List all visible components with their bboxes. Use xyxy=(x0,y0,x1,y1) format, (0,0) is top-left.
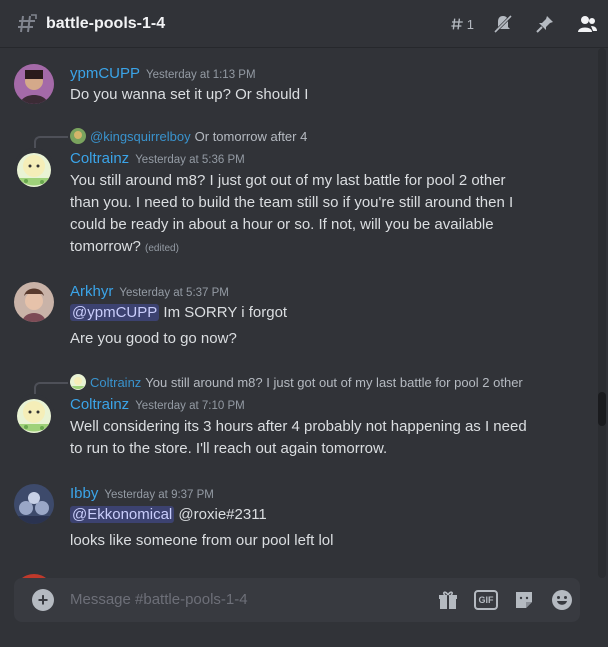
avatar[interactable] xyxy=(14,484,54,524)
thread-channel-icon xyxy=(16,13,38,35)
message-content: Do you wanna set it up? Or should I xyxy=(70,86,309,103)
message-timestamp: Yesterday at 7:10 PM xyxy=(135,400,245,412)
message-author[interactable]: Coltrainz Yesterday at 5:36 PM xyxy=(70,150,245,167)
message-input[interactable]: Message #battle-pools-1-4 xyxy=(70,591,248,608)
reply-text: Or tomorrow after 4 xyxy=(194,128,308,144)
message-content: to run to the store. I'll reach out agai… xyxy=(70,440,388,457)
threads-button[interactable]: 1 xyxy=(450,12,474,36)
message-content: Well considering its 3 hours after 4 pro… xyxy=(70,418,527,435)
sticker-picker-button[interactable] xyxy=(512,588,536,612)
message-content: @Ekkonomical @roxie#2311 xyxy=(70,506,267,523)
channel-header: battle-pools-1-4 1 xyxy=(0,0,608,48)
reply-avatar xyxy=(70,128,86,144)
gift-icon xyxy=(439,591,457,609)
scrollbar-track[interactable] xyxy=(598,48,606,578)
avatar[interactable] xyxy=(14,148,54,188)
message-content: @ypmCUPP Im SORRY i forgot xyxy=(70,304,288,321)
message-list: ypmCUPP Yesterday at 1:13 PM Do you wanna… xyxy=(0,48,596,578)
members-icon xyxy=(578,16,597,32)
message-content: could be ready in about a hour or so. If… xyxy=(70,216,494,233)
user-mention[interactable]: @ypmCUPP xyxy=(70,304,160,321)
threads-icon xyxy=(451,18,463,30)
message-timestamp: Yesterday at 5:36 PM xyxy=(135,154,245,166)
message-author[interactable]: Ibby Yesterday at 9:37 PM xyxy=(70,485,214,502)
message-content: tomorrow? (edited) xyxy=(70,238,179,255)
reply-preview[interactable]: Coltrainz You still around m8? I just go… xyxy=(70,374,523,390)
avatar[interactable] xyxy=(14,394,54,434)
message-author[interactable]: ypmCUPP Yesterday at 1:13 PM xyxy=(70,65,256,82)
scrollbar-thumb[interactable] xyxy=(598,392,606,426)
emoji-icon xyxy=(552,590,572,610)
reply-spine xyxy=(34,136,68,148)
message-content: than you. I need to build the team still… xyxy=(70,194,514,211)
message-content: You still around m8? I just got out of m… xyxy=(70,172,506,189)
pinned-messages-button[interactable] xyxy=(534,12,558,36)
message-timestamp: Yesterday at 9:37 PM xyxy=(104,489,214,501)
avatar[interactable] xyxy=(14,64,54,104)
gift-button[interactable] xyxy=(436,588,460,612)
message-timestamp: Yesterday at 5:37 PM xyxy=(119,287,229,299)
member-list-button[interactable] xyxy=(576,12,600,36)
bell-muted-icon xyxy=(493,14,513,34)
pin-icon xyxy=(536,16,553,33)
reply-author[interactable]: Coltrainz xyxy=(90,375,141,390)
sticker-icon xyxy=(516,592,532,608)
channel-name: battle-pools-1-4 xyxy=(46,14,166,32)
reply-spine xyxy=(34,382,68,394)
thread-count: 1 xyxy=(466,16,474,32)
message-author[interactable]: Coltrainz Yesterday at 7:10 PM xyxy=(70,396,245,413)
message-composer: + Message #battle-pools-1-4 GIF xyxy=(14,578,580,622)
avatar[interactable] xyxy=(14,282,54,322)
emoji-picker-button[interactable] xyxy=(550,588,574,612)
notification-settings-button[interactable] xyxy=(492,12,516,36)
reply-preview[interactable]: @kingsquirrelboy Or tomorrow after 4 xyxy=(70,128,307,144)
upload-plus-button[interactable]: + xyxy=(32,589,54,611)
message-author[interactable]: Arkhyr Yesterday at 5:37 PM xyxy=(70,283,229,300)
message-content: Are you good to go now? xyxy=(70,330,237,347)
message-timestamp: Yesterday at 1:13 PM xyxy=(146,69,256,81)
edited-label: (edited) xyxy=(145,243,179,254)
message-content: looks like someone from our pool left lo… xyxy=(70,532,334,549)
gif-icon: GIF xyxy=(474,590,498,610)
reply-author[interactable]: @kingsquirrelboy xyxy=(90,129,191,144)
user-mention[interactable]: @Ekkonomical xyxy=(70,506,175,523)
reply-text: You still around m8? I just got out of m… xyxy=(145,374,523,390)
reply-avatar xyxy=(70,374,86,390)
gif-picker-button[interactable]: GIF xyxy=(474,588,498,612)
